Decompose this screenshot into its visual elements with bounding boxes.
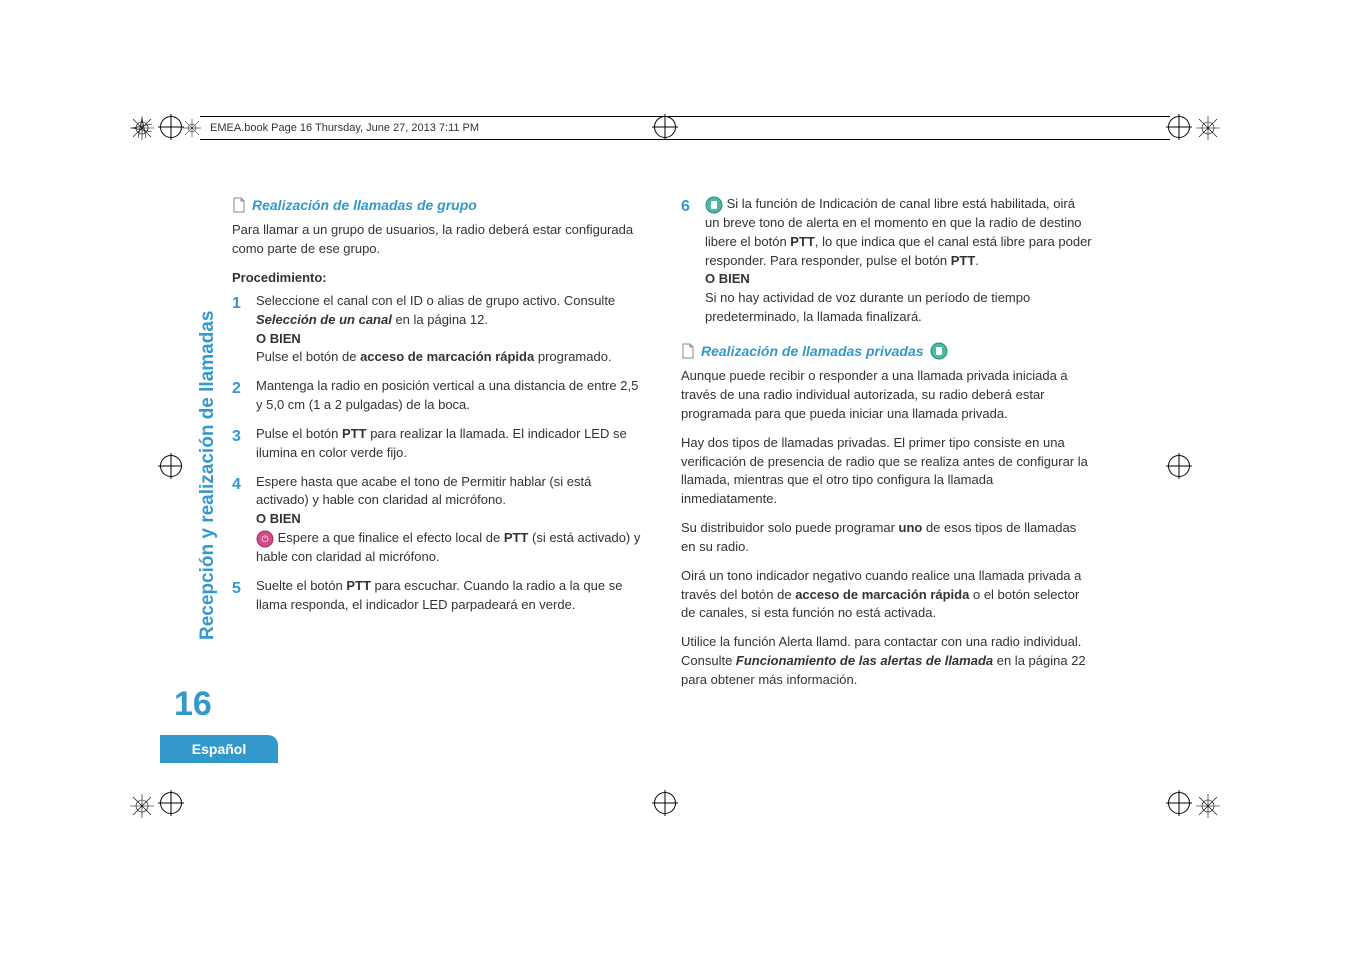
registration-mark — [160, 792, 182, 814]
step-body: Suelte el botón PTT para escuchar. Cuand… — [256, 577, 643, 615]
body-paragraph: Su distribuidor solo puede programar uno… — [681, 519, 1092, 557]
print-star-tl — [128, 114, 156, 142]
step-number: 6 — [681, 195, 693, 327]
registration-mark — [160, 116, 182, 138]
body-paragraph: Hay dos tipos de llamadas privadas. El p… — [681, 434, 1092, 509]
print-star-tr — [1194, 114, 1222, 142]
print-star-bl — [128, 792, 156, 820]
side-tab-title: Recepción y realización de llamadas — [197, 260, 219, 640]
registration-mark — [654, 792, 676, 814]
step-5: 5 Suelte el botón PTT para escuchar. Cua… — [232, 577, 643, 615]
body-paragraph: Oirá un tono indicador negativo cuando r… — [681, 567, 1092, 624]
step-4: 4 Espere hasta que acabe el tono de Perm… — [232, 473, 643, 567]
page-content: Realización de llamadas de grupo Para ll… — [232, 195, 1092, 700]
feature-badge-icon — [705, 196, 723, 214]
step-number: 5 — [232, 577, 244, 615]
step-body: Si la función de Indicación de canal lib… — [705, 195, 1092, 327]
step-body: Mantenga la radio en posición vertical a… — [256, 377, 643, 415]
print-header-text: EMEA.book Page 16 Thursday, June 27, 201… — [210, 122, 479, 134]
svg-text:⏻: ⏻ — [261, 534, 268, 544]
step-body: Pulse el botón PTT para realizar la llam… — [256, 425, 643, 463]
feature-badge-icon — [930, 342, 948, 360]
step-2: 2 Mantenga la radio en posición vertical… — [232, 377, 643, 415]
intro-paragraph: Para llamar a un grupo de usuarios, la r… — [232, 221, 643, 259]
side-tab: Recepción y realización de llamadas — [182, 260, 212, 640]
step-body: Seleccione el canal con el ID o alias de… — [256, 292, 643, 367]
step-number: 2 — [232, 377, 244, 415]
procedure-label: Procedimiento: — [232, 269, 643, 288]
feature-badge-icon: ⏻ — [256, 530, 274, 548]
step-number: 3 — [232, 425, 244, 463]
step-number: 4 — [232, 473, 244, 567]
registration-mark — [1168, 455, 1190, 477]
language-tab: Español — [160, 735, 278, 763]
section-title-private-calls: Realización de llamadas privadas — [681, 341, 1092, 361]
header-star-icon — [182, 118, 202, 138]
print-header-bar: EMEA.book Page 16 Thursday, June 27, 201… — [200, 116, 1170, 140]
print-star-br — [1194, 792, 1222, 820]
left-column: Realización de llamadas de grupo Para ll… — [232, 195, 643, 700]
page-number: 16 — [174, 685, 212, 724]
step-3: 3 Pulse el botón PTT para realizar la ll… — [232, 425, 643, 463]
step-number: 1 — [232, 292, 244, 367]
body-paragraph: Aunque puede recibir o responder a una l… — [681, 367, 1092, 424]
registration-mark — [1168, 116, 1190, 138]
step-body: Espere hasta que acabe el tono de Permit… — [256, 473, 643, 567]
step-1: 1 Seleccione el canal con el ID o alias … — [232, 292, 643, 367]
page-icon — [232, 197, 246, 213]
right-column: 6 Si la función de Indicación de canal l… — [681, 195, 1092, 700]
page-icon — [681, 343, 695, 359]
section-title-group-calls: Realización de llamadas de grupo — [232, 195, 643, 215]
body-paragraph: Utilice la función Alerta llamd. para co… — [681, 633, 1092, 690]
step-6: 6 Si la función de Indicación de canal l… — [681, 195, 1092, 327]
registration-mark — [160, 455, 182, 477]
registration-mark — [1168, 792, 1190, 814]
